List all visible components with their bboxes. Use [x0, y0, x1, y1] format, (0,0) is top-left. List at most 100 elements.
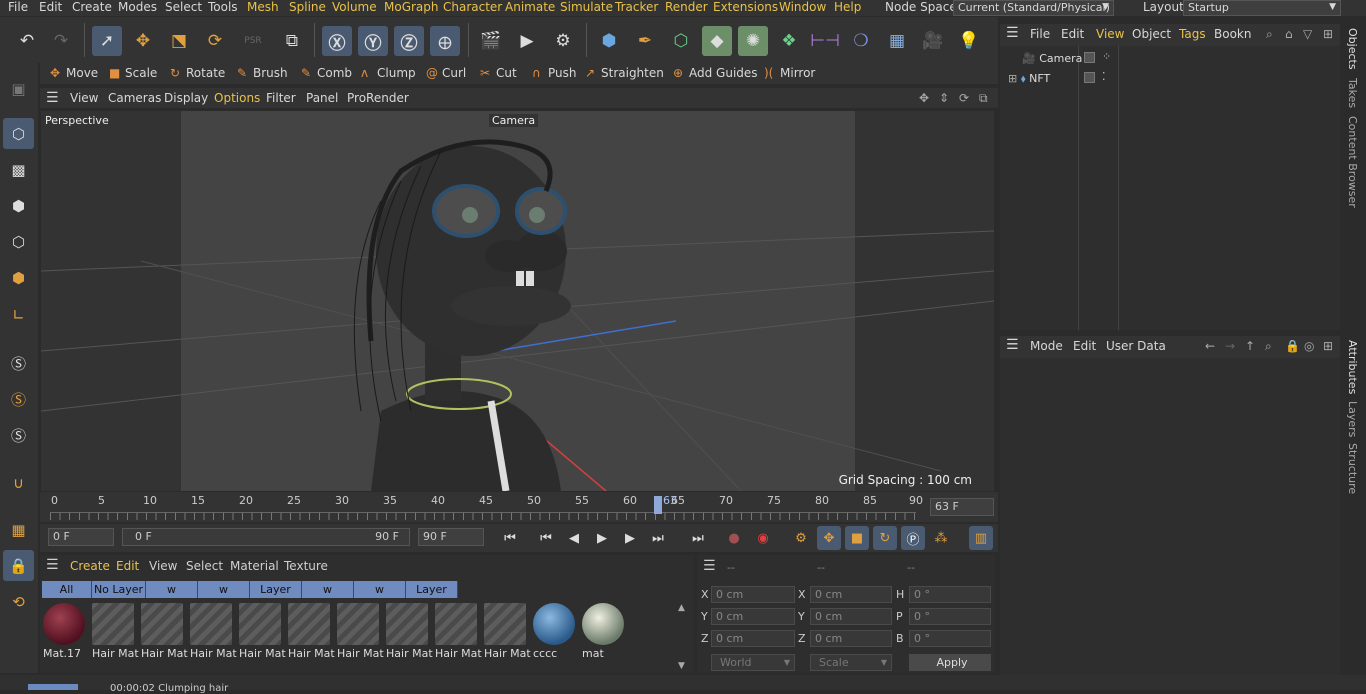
select-cursor-icon[interactable]: ➚	[92, 26, 122, 56]
tab-takes[interactable]: Takes	[1346, 78, 1359, 108]
autokey-icon[interactable]: ◉	[751, 526, 775, 550]
prev-frame-icon[interactable]: ◀	[562, 526, 586, 550]
coordinate-system-dropdown[interactable]: World ▼	[711, 654, 795, 671]
forward-arrow-icon[interactable]: →	[1225, 339, 1235, 353]
tool-mirror[interactable]: )(Mirror	[762, 64, 815, 82]
menu-extensions[interactable]: Extensions	[713, 0, 778, 16]
floor-icon[interactable]: ▦	[882, 26, 912, 56]
vp-menu-cameras[interactable]: Cameras	[108, 90, 161, 106]
psr-icon[interactable]: PSR	[238, 26, 268, 56]
menu-tracker[interactable]: Tracker	[615, 0, 658, 16]
menu-simulate[interactable]: Simulate	[560, 0, 613, 16]
tool-move[interactable]: ✥ Move	[48, 64, 98, 82]
rotation-h-field[interactable]: 0 °	[909, 586, 991, 603]
move-icon[interactable]: ✥	[128, 26, 158, 56]
camera-tag-icon[interactable]: ⁘	[1102, 50, 1111, 63]
snap-grid-icon[interactable]: Ⓢ	[3, 420, 34, 451]
vp-menu-filter[interactable]: Filter	[266, 90, 296, 106]
back-arrow-icon[interactable]: ←	[1205, 339, 1215, 353]
z-axis-icon[interactable]: Ⓩ	[394, 26, 424, 56]
material-swatch[interactable]: mat	[582, 603, 624, 661]
vp-menu-prorender[interactable]: ProRender	[347, 90, 409, 106]
redo-icon[interactable]: ↷	[46, 26, 76, 56]
mat-menu-edit[interactable]: Edit	[116, 559, 139, 573]
workplane-icon[interactable]: ▦	[3, 514, 34, 545]
obj-menu-object[interactable]: Object	[1132, 27, 1171, 41]
vp-maximize-icon[interactable]: ⧉	[979, 90, 988, 106]
material-swatch[interactable]: Hair Mat	[92, 603, 139, 661]
voronoi-icon[interactable]: ❖	[774, 26, 804, 56]
y-axis-icon[interactable]: Ⓨ	[358, 26, 388, 56]
material-swatch[interactable]: Hair Mat	[484, 603, 531, 661]
cloner-icon[interactable]: ✺	[738, 26, 768, 56]
hamburger-icon[interactable]: ☰	[1006, 25, 1019, 41]
position-y-field[interactable]: 0 cm	[711, 608, 795, 625]
hamburger-icon[interactable]: ☰	[1006, 337, 1019, 353]
menu-mograph[interactable]: MoGraph	[384, 0, 439, 16]
object-row-camera[interactable]: 🎥 Camera	[1008, 50, 1082, 68]
vp-menu-display[interactable]: Display	[164, 90, 208, 106]
preview-range-slider[interactable]: 0 F 90 F	[122, 528, 410, 546]
layer-tab[interactable]: Layer	[250, 581, 302, 598]
material-swatch[interactable]: Hair Mat	[337, 603, 384, 661]
layer-tab[interactable]: w	[354, 581, 406, 598]
goto-end-icon[interactable]: ⏭	[686, 526, 710, 550]
layout-dropdown[interactable]: Startup ▼	[1183, 0, 1341, 16]
tab-attributes[interactable]: Attributes	[1346, 340, 1359, 394]
hamburger-icon[interactable]: ☰	[46, 90, 59, 106]
cube-icon[interactable]: ⬢	[594, 26, 624, 56]
node-space-dropdown[interactable]: Current (Standard/Physical) ▼	[953, 0, 1114, 16]
vp-menu-options[interactable]: Options	[214, 90, 260, 106]
visibility-toggle[interactable]	[1084, 52, 1095, 63]
obj-menu-file[interactable]: File	[1030, 27, 1050, 41]
home-icon[interactable]: ⌂	[1285, 27, 1293, 41]
scroll-up-icon[interactable]: ▲	[678, 603, 685, 613]
tool-cut[interactable]: ✂ Cut	[478, 64, 517, 82]
goto-start-icon[interactable]: ⏮	[498, 526, 522, 550]
filter-icon[interactable]: ▽	[1303, 27, 1312, 41]
vp-rotate-icon[interactable]: ⟳	[959, 90, 969, 106]
render-view-icon[interactable]: 🎬	[476, 26, 506, 56]
make-editable-icon[interactable]: ▣	[3, 73, 34, 104]
material-swatch[interactable]: Hair Mat	[435, 603, 482, 661]
mat-menu-create[interactable]: Create	[70, 559, 110, 573]
texture-mode-icon[interactable]: ▩	[3, 154, 34, 185]
menu-create[interactable]: Create	[72, 0, 112, 16]
tab-structure[interactable]: Structure	[1346, 443, 1359, 494]
menu-tools[interactable]: Tools	[208, 0, 238, 16]
material-swatch[interactable]: cccc	[533, 603, 575, 661]
new-window-icon[interactable]: ⊞	[1323, 27, 1333, 41]
magnet-icon[interactable]: ∪	[3, 467, 34, 498]
apply-button[interactable]: Apply	[909, 654, 991, 671]
snap-settings-icon[interactable]: Ⓢ	[3, 384, 34, 415]
mat-menu-select[interactable]: Select	[186, 559, 223, 573]
size-y-field[interactable]: 0 cm	[810, 608, 892, 625]
world-coord-icon[interactable]: 🜨	[430, 26, 460, 56]
layer-tab[interactable]: All	[42, 581, 92, 598]
size-mode-dropdown[interactable]: Scale ▼	[810, 654, 892, 671]
next-key-icon[interactable]: ⏭	[646, 526, 670, 550]
tool-brush[interactable]: ✎ Brush	[235, 64, 288, 82]
target-icon[interactable]: ◎	[1304, 339, 1314, 353]
timeline-ruler[interactable]: 0 5 10 15 20 25 30 35 40 45 50 55 60 65 …	[40, 492, 998, 522]
position-x-field[interactable]: 0 cm	[711, 586, 795, 603]
menu-mesh[interactable]: Mesh	[247, 0, 279, 16]
search-icon[interactable]: ⌕	[1266, 27, 1273, 42]
up-arrow-icon[interactable]: ↑	[1245, 339, 1255, 353]
position-z-field[interactable]: 0 cm	[711, 630, 795, 647]
light-icon[interactable]: 💡	[954, 26, 984, 56]
menu-modes[interactable]: Modes	[118, 0, 157, 16]
render-settings-icon[interactable]: ⚙	[548, 26, 578, 56]
menu-edit[interactable]: Edit	[39, 0, 62, 16]
key-pla-icon[interactable]: ⁂	[929, 526, 953, 550]
key-parameter-icon[interactable]: Ⓟ	[901, 526, 925, 550]
scale-icon[interactable]: ⬔	[164, 26, 194, 56]
object-row-nft[interactable]: ⊞ ⬧ NFT	[1008, 70, 1050, 88]
mat-menu-texture[interactable]: Texture	[284, 559, 328, 573]
attr-menu-edit[interactable]: Edit	[1073, 339, 1096, 353]
mat-menu-view[interactable]: View	[149, 559, 177, 573]
last-tool-icon[interactable]: ⧉	[277, 26, 307, 56]
attr-menu-mode[interactable]: Mode	[1030, 339, 1063, 353]
vp-menu-view[interactable]: View	[70, 90, 98, 106]
workplane-rotate-icon[interactable]: ⟲	[3, 586, 34, 617]
